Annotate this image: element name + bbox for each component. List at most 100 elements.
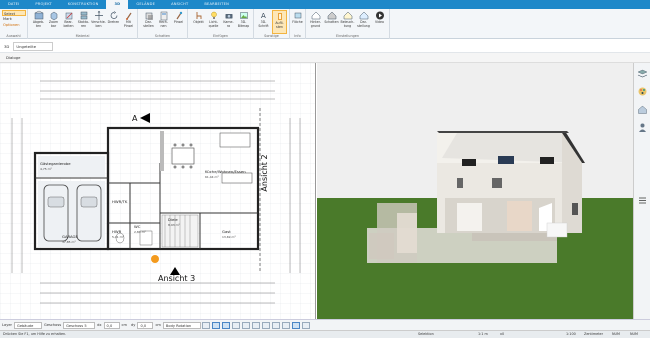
menu-icon[interactable] [637,195,648,206]
group-label-material: Material [75,34,90,38]
avatar-icon[interactable] [637,122,648,133]
video-button[interactable]: Video [372,10,387,34]
drehen-button[interactable]: Drehen [106,10,121,34]
schrift-button[interactable]: A 3D- Schrift [256,10,271,34]
grid-icon[interactable] [231,321,240,329]
room-label-gast: Gast [222,229,231,234]
kamera-button[interactable]: Kame-ra [221,10,236,34]
bitmap-button[interactable]: 3D- Bitmap [236,10,251,34]
abgeben-button[interactable]: Abgeb-ten [31,10,46,34]
3d-view[interactable] [317,63,633,319]
document-tab-bar: Dialoge [0,53,650,63]
group-schatten: Dar-stellen Rech-nen Pinsel Schatten [138,9,188,39]
3d-side-toolbar [633,63,650,319]
room-label-kueche: Küche/Wohnen/Essen [205,169,246,174]
group-label-info: Info [294,34,301,38]
bearbeiten-button[interactable]: Bear-beiten [61,10,76,34]
room-label-hwr: HWR [112,229,122,234]
view-label-ansicht-2: Ansicht 2 [260,154,269,191]
floor-plan-view[interactable]: Gästegarderobe 4,75 m² HWR/TK Küche/Wohn… [0,63,316,319]
darstellen-button[interactable]: Dar-stellen [141,10,156,34]
dx-unit: cm [121,323,128,327]
room-area-garage: 37,85 m² [62,240,76,244]
palette-icon[interactable] [637,86,648,97]
rotation-select[interactable]: Body Rotation [162,321,201,329]
group-label-einfuegen: Einfügen [213,34,228,38]
status-scale: 1:1 m [478,332,488,336]
status-selection: Selektion [418,332,434,336]
lichtquelle-button[interactable]: Licht-quelle [206,10,221,34]
zoom-button[interactable]: Zoom bar [46,10,61,34]
group-label-schatten: Schatten [154,34,171,38]
rechnen-button[interactable]: Rech-nen [156,10,171,34]
ortho-icon[interactable] [251,321,260,329]
mit-pinsel-button[interactable]: Mit Pinsel [121,10,136,34]
layers-icon[interactable] [637,68,648,79]
zoom-icon[interactable] [301,321,310,329]
tab-ansicht[interactable]: ANSICHT [163,0,196,9]
layer-icon[interactable] [261,321,270,329]
room-label-wc: WC [134,224,141,229]
layer-select[interactable]: Gebäude [14,321,43,329]
snap-icon[interactable] [241,321,250,329]
room-label-hwr-tk: HWR/TK [112,199,128,204]
objekt-button[interactable]: Objekt [191,10,206,34]
status-ratio: 1:100 [566,332,576,336]
dy-input[interactable]: 0,0 [137,321,154,329]
tab-konstruktion[interactable]: KONSTRUKTION [60,0,107,9]
auflisten-button[interactable]: Aufli-sten [272,10,287,34]
status-unit: Zentimeter [584,332,604,336]
hintergrund-button[interactable]: Hinter-grund [308,10,323,34]
room-label-garage: GARAGE [62,234,78,239]
view-label: 3D [4,43,10,49]
measure-icon[interactable] [291,321,300,329]
3d-house-render [317,63,633,319]
group-info: Fläche Info [290,9,306,39]
floor-select[interactable]: Ungeteilte [13,41,54,51]
dx-input[interactable]: 0,0 [103,321,120,329]
dy-unit: cm [155,323,161,327]
flaeche-button[interactable]: Fläche [290,10,305,34]
floor-level-select[interactable]: Geschoss 5 [63,321,96,329]
layer-label: Layer [2,323,13,327]
room-area-kueche: 61,44 m² [205,175,219,179]
verschieben-button[interactable]: Verschie-ben [91,10,106,34]
floor-label: Geschoss [44,323,62,327]
group-label-sonstige: Sonstige [264,34,279,38]
group-sonstige: A 3D- Schrift Aufli-sten Sonstige [254,9,290,39]
floor-toolbar: 3D Ungeteilte [0,40,650,53]
tab-bearbeiten[interactable]: BEARBEITEN [196,0,237,9]
pointer-icon[interactable] [221,321,230,329]
status-hint: Drücken Sie F1, um Hilfe zu erhalten. [3,332,67,336]
tab-datei[interactable]: DATEI [0,0,27,9]
status-bar: Drücken Sie F1, um Hilfe zu erhalten. Se… [0,330,650,338]
beleuchtung-button[interactable]: Beleuch-tung [340,10,355,34]
room-area-hwr: 5,01 m² [112,235,125,239]
house-view-icon[interactable] [637,104,648,115]
room-area-wc: 2,84 m² [134,230,147,234]
bottom-toolbar: Layer Gebäude Geschoss Geschoss 5 dx 0,0… [0,319,650,330]
tab-dialoge[interactable]: Dialoge [3,54,23,61]
room-area-gaestegarderobe: 4,75 m² [40,167,53,171]
room-label-diele: Diele [168,217,178,222]
dy-label: dy [131,323,136,327]
svg-text:A: A [261,12,266,20]
hand-icon[interactable] [281,321,290,329]
pinsel-button[interactable]: Pinsel [171,10,186,34]
lock-icon[interactable] [271,321,280,329]
room-area-diele: 8,93 m² [168,223,181,227]
select-icon[interactable] [211,321,220,329]
options-button[interactable]: Optionen [2,22,26,28]
group-einfuegen: Objekt Licht-quelle Kame-ra 3D- Bitmap Ei… [188,9,254,39]
darstellung-button[interactable]: Dar-stellung [356,10,371,34]
room-label-gaestegarderobe: Gästegarderobe [40,161,71,166]
stakto-button[interactable]: Stakto-ren [76,10,91,34]
tab-3d[interactable]: 3D [106,0,129,9]
status-caps: NUM [612,332,620,336]
schatten-button[interactable]: Schatten [324,10,339,34]
tab-gelaende[interactable]: GELÄNDE [128,0,163,9]
dx-label: dx [97,323,102,327]
status-x: x0 [500,332,505,336]
tab-projekt[interactable]: PROJEKT [27,0,60,9]
eye-icon[interactable] [201,321,210,329]
